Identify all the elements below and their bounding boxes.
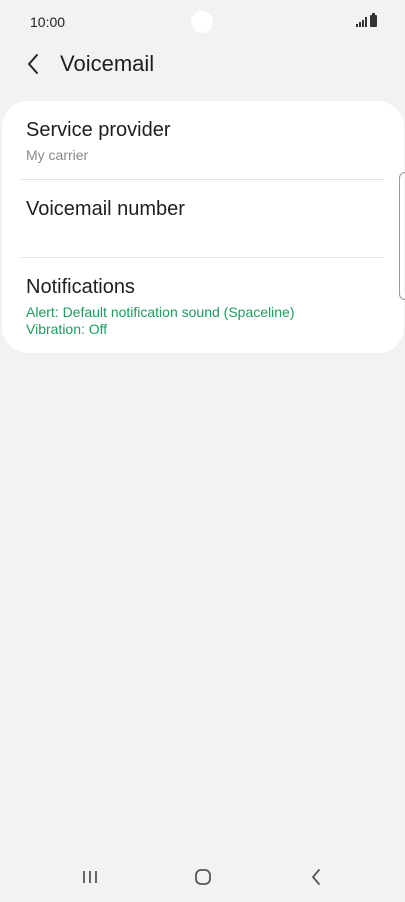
voicemail-number-title: Voicemail number <box>26 198 185 220</box>
battery-icon <box>370 13 377 27</box>
service-provider-title: Service provider <box>26 119 171 141</box>
chevron-left-icon <box>28 54 38 74</box>
notifications-title: Notifications <box>26 276 135 298</box>
service-provider-item[interactable]: Service provider My carrier <box>2 101 404 179</box>
recent-apps-button[interactable] <box>70 864 110 890</box>
app-header: Voicemail <box>0 44 405 84</box>
front-camera <box>191 11 213 33</box>
notifications-alert: Alert: Default notification sound (Space… <box>26 304 295 320</box>
settings-card: Service provider My carrier Voicemail nu… <box>2 101 404 353</box>
notifications-item[interactable]: Notifications Alert: Default notificatio… <box>2 258 404 353</box>
home-icon <box>195 869 211 885</box>
recent-apps-icon <box>83 871 97 883</box>
status-icons <box>356 13 377 27</box>
back-icon <box>312 869 320 885</box>
signal-icon <box>356 17 367 27</box>
status-time: 10:00 <box>30 14 66 30</box>
scrollbar[interactable] <box>399 172 405 300</box>
notifications-vibration: Vibration: Off <box>26 321 108 337</box>
voicemail-settings-screen: 10:00 Voicemail Service provider My carr… <box>0 0 405 902</box>
navigation-bar <box>0 852 405 902</box>
service-provider-value: My carrier <box>26 147 89 163</box>
home-button[interactable] <box>183 864 223 890</box>
nav-back-button[interactable] <box>296 864 336 890</box>
voicemail-number-item[interactable]: Voicemail number <box>2 180 404 258</box>
back-button[interactable] <box>18 48 48 80</box>
page-title: Voicemail <box>60 51 155 76</box>
status-bar: 10:00 <box>0 0 405 44</box>
